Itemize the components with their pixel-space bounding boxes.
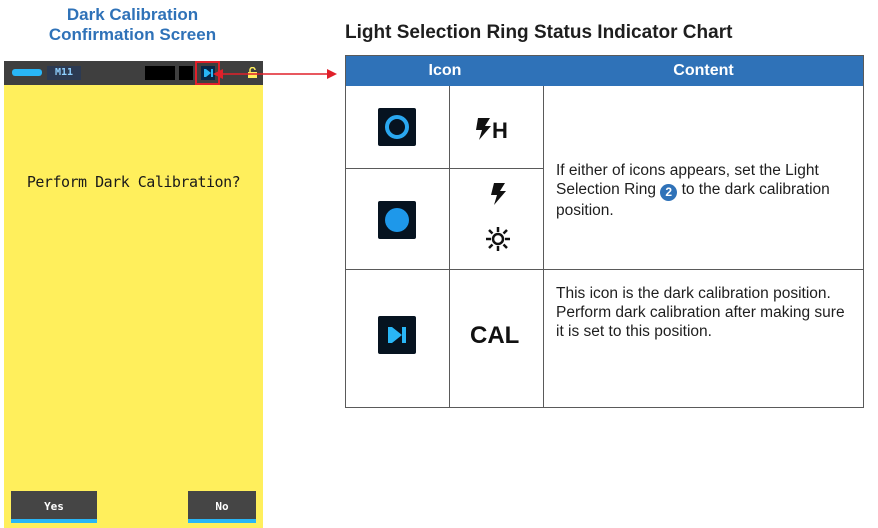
mode-indicator: M11 [47,66,81,80]
screen-caption: Dark Calibration Confirmation Screen [0,5,265,45]
row2-content: This icon is the dark calibration positi… [556,284,856,341]
chart-title: Light Selection Ring Status Indicator Ch… [345,22,733,43]
status-slot-icon [179,66,193,80]
row2-line1: This icon is the dark calibration positi… [556,285,831,302]
icon-cell: H [450,86,544,169]
status-slot-icon [145,66,175,80]
header-content: Content [544,56,863,86]
ring-number-badge: 2 [660,184,678,201]
row1-content: If either of icons appears, set the Ligh… [556,161,856,220]
screen-caption-line1: Dark Calibration [66,5,199,24]
icon-cell [346,270,450,407]
dark-circle-outline-icon [378,108,416,146]
dark-calibration-prompt: Perform Dark Calibration? [26,173,241,191]
icon-cell [346,86,450,169]
device-screen: M11 Perform Dark Calibration? Yes No [4,61,263,528]
flash-icon [491,183,506,205]
screen-caption-line2: Confirmation Screen [48,25,217,44]
filled-blue-circle-icon [378,201,416,239]
icon-cell [450,169,544,270]
icon-cell: CAL [450,270,544,407]
icon-cell [346,169,450,270]
sun-icon [486,227,510,251]
cal-label: CAL [470,322,520,349]
header-icon: Icon [346,56,545,86]
no-button[interactable]: No [188,491,256,523]
row2-line2: Perform dark calibration after making su… [556,304,845,340]
cal-position-icon [378,316,416,354]
flash-h-letter: H [492,118,508,143]
status-indicator-table: Icon Content H If either of icons appear… [345,55,864,408]
content-cell: If either of icons appears, set the Ligh… [544,86,863,270]
battery-icon [12,69,42,76]
yes-button[interactable]: Yes [11,491,97,523]
content-cell: This icon is the dark calibration positi… [544,270,863,407]
connector-arrow [213,69,337,79]
